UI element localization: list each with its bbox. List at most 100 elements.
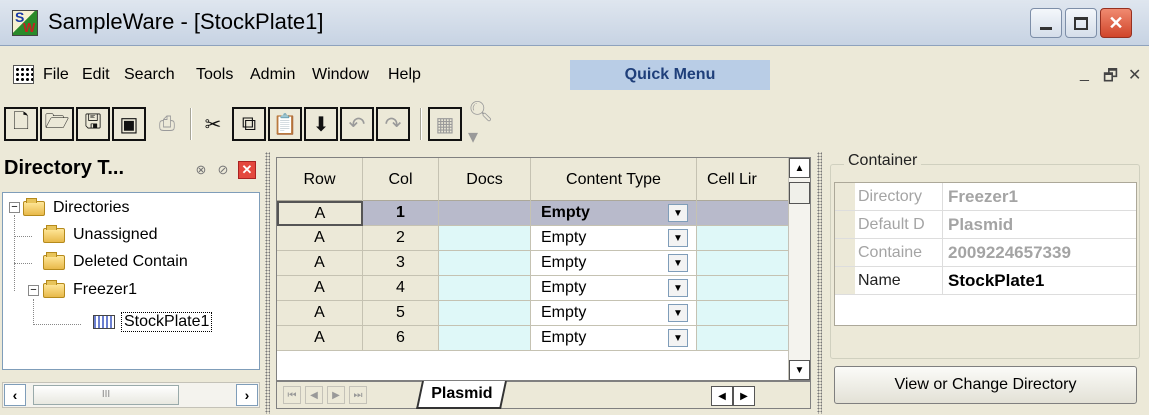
- menu-tools[interactable]: Tools: [196, 66, 233, 84]
- property-row[interactable]: Containe 2009224657339: [835, 239, 1136, 267]
- table-row[interactable]: A 6 Empty ▼: [277, 326, 791, 351]
- mdi-restore-button[interactable]: 🗗: [1103, 65, 1118, 92]
- maximize-button[interactable]: [1065, 8, 1097, 38]
- column-header-docs[interactable]: Docs: [439, 158, 531, 201]
- table-row[interactable]: A 5 Empty ▼: [277, 301, 791, 326]
- menu-admin[interactable]: Admin: [250, 66, 295, 84]
- menu-search[interactable]: Search: [124, 66, 175, 84]
- folder-icon: [23, 197, 45, 216]
- minimize-button[interactable]: [1030, 8, 1062, 38]
- dropdown-arrow-icon[interactable]: ▼: [668, 204, 688, 222]
- new-icon[interactable]: 🗋: [4, 107, 38, 141]
- tree-item-stockplate1[interactable]: StockPlate1: [93, 309, 213, 335]
- close-icon: ✕: [1108, 12, 1124, 33]
- toolbar-separator: [420, 108, 422, 140]
- minimize-icon: [1040, 26, 1052, 30]
- mdi-close-button[interactable]: ✕: [1128, 65, 1141, 85]
- scroll-right-icon[interactable]: ›: [236, 384, 258, 406]
- directory-title: Directory T...: [4, 157, 125, 179]
- right-splitter[interactable]: [817, 152, 822, 414]
- open-icon[interactable]: 🗁: [40, 107, 74, 141]
- save-icon[interactable]: 🖫: [76, 107, 110, 141]
- expander-freezer1[interactable]: −: [28, 285, 39, 296]
- column-header-col[interactable]: Col: [363, 158, 439, 201]
- sheet-tab-plasmid[interactable]: Plasmid: [416, 381, 508, 409]
- menu-help[interactable]: Help: [388, 66, 421, 84]
- print-icon[interactable]: ⎙: [150, 107, 184, 141]
- first-sheet-icon[interactable]: ⏮: [283, 386, 301, 404]
- grid-vertical-scrollbar[interactable]: ▲ ▼: [788, 158, 810, 380]
- toolbar: 🗋 🗁 🖫 ▣ ⎙ ✂ ⧉ 📋 ⬇ ↶ ↷ ▦ 🔍︎▾: [0, 100, 1149, 148]
- close-button[interactable]: ✕: [1100, 8, 1132, 38]
- copy-icon[interactable]: ⧉: [232, 107, 266, 141]
- sheet-tab-strip: ⏮ ◀ ▶ ⏭ Plasmid ◀ ▶: [276, 381, 811, 409]
- property-row[interactable]: Default D Plasmid: [835, 211, 1136, 239]
- directory-tree: − − Directories Unassigned Deleted Conta…: [2, 192, 260, 370]
- scroll-up-icon[interactable]: ▲: [789, 158, 810, 178]
- app-icon[interactable]: S W: [12, 9, 38, 36]
- grid-icon[interactable]: ▦: [428, 107, 462, 141]
- dropdown-arrow-icon[interactable]: ▼: [668, 279, 688, 297]
- table-row[interactable]: A 2 Empty ▼: [277, 226, 791, 251]
- left-splitter[interactable]: [265, 152, 270, 414]
- tree-horizontal-scrollbar[interactable]: ‹ III ›: [2, 382, 260, 408]
- find-icon[interactable]: 🔍︎▾: [466, 101, 500, 148]
- folder-icon: [43, 279, 65, 298]
- panel-close-icon[interactable]: ✕: [238, 161, 256, 179]
- tab-scroll-right-icon[interactable]: ▶: [733, 386, 755, 406]
- pin-icon[interactable]: ⊘: [214, 161, 232, 179]
- column-header-content-type[interactable]: Content Type: [531, 158, 697, 201]
- save-all-icon[interactable]: ▣: [112, 107, 146, 141]
- table-row[interactable]: A 3 Empty ▼: [277, 251, 791, 276]
- folder-icon: [43, 224, 65, 243]
- folder-icon: [43, 251, 65, 270]
- view-change-directory-button[interactable]: View or Change Directory: [834, 366, 1137, 404]
- collapse-icon[interactable]: ⊗: [192, 161, 210, 179]
- title-bar: S W SampleWare - [StockPlate1] ✕: [0, 0, 1149, 46]
- last-sheet-icon[interactable]: ⏭: [349, 386, 367, 404]
- quick-menu-button[interactable]: Quick Menu: [570, 60, 770, 90]
- plate-grid: Row Col Docs Content Type Cell Lir A 1 E…: [276, 157, 811, 381]
- scroll-left-icon[interactable]: ‹: [4, 384, 26, 406]
- container-group-label: Container: [844, 152, 922, 170]
- window-title: SampleWare - [StockPlate1]: [48, 9, 324, 34]
- maximize-icon: [1074, 16, 1088, 30]
- directory-header: Directory T... ⊗ ⊘ ✕: [2, 152, 260, 190]
- prev-sheet-icon[interactable]: ◀: [305, 386, 323, 404]
- property-row-name[interactable]: Name StockPlate1: [835, 267, 1136, 295]
- menu-window[interactable]: Window: [312, 66, 369, 84]
- tree-item-directories[interactable]: Directories: [23, 195, 129, 221]
- column-header-cell-line[interactable]: Cell Lir: [697, 158, 791, 201]
- menu-grid-icon[interactable]: [13, 65, 34, 84]
- dropdown-arrow-icon[interactable]: ▼: [668, 329, 688, 347]
- undo-icon[interactable]: ↶: [340, 107, 374, 141]
- menu-edit[interactable]: Edit: [82, 66, 110, 84]
- paste-icon[interactable]: 📋: [268, 107, 302, 141]
- scroll-thumb[interactable]: III: [33, 385, 179, 405]
- property-row[interactable]: Directory Freezer1: [835, 183, 1136, 211]
- dropdown-arrow-icon[interactable]: ▼: [668, 304, 688, 322]
- dropdown-arrow-icon[interactable]: ▼: [668, 254, 688, 272]
- cut-icon[interactable]: ✂: [196, 107, 230, 141]
- expander-directories[interactable]: −: [9, 202, 20, 213]
- tree-item-deleted-containers[interactable]: Deleted Contain: [43, 249, 188, 275]
- scroll-down-icon[interactable]: ▼: [789, 360, 810, 380]
- plate-icon: [93, 315, 115, 329]
- redo-icon[interactable]: ↷: [376, 107, 410, 141]
- move-down-icon[interactable]: ⬇: [304, 107, 338, 141]
- dropdown-arrow-icon[interactable]: ▼: [668, 229, 688, 247]
- mdi-minimize-button[interactable]: _: [1080, 65, 1089, 83]
- menu-file[interactable]: File: [43, 66, 69, 84]
- directory-panel: Directory T... ⊗ ⊘ ✕ − − Directories Una…: [2, 152, 260, 411]
- column-header-row[interactable]: Row: [277, 158, 363, 201]
- tab-scroll-left-icon[interactable]: ◀: [711, 386, 733, 406]
- grid-header: Row Col Docs Content Type Cell Lir: [277, 158, 791, 201]
- scroll-thumb[interactable]: [789, 182, 810, 204]
- tree-item-freezer1[interactable]: Freezer1: [43, 277, 137, 303]
- table-row[interactable]: A 4 Empty ▼: [277, 276, 791, 301]
- table-row[interactable]: A 1 Empty ▼: [277, 201, 791, 226]
- menu-bar: File Edit Search Tools Admin Window Help…: [0, 58, 1149, 94]
- toolbar-separator: [190, 108, 192, 140]
- next-sheet-icon[interactable]: ▶: [327, 386, 345, 404]
- tree-item-unassigned[interactable]: Unassigned: [43, 222, 158, 248]
